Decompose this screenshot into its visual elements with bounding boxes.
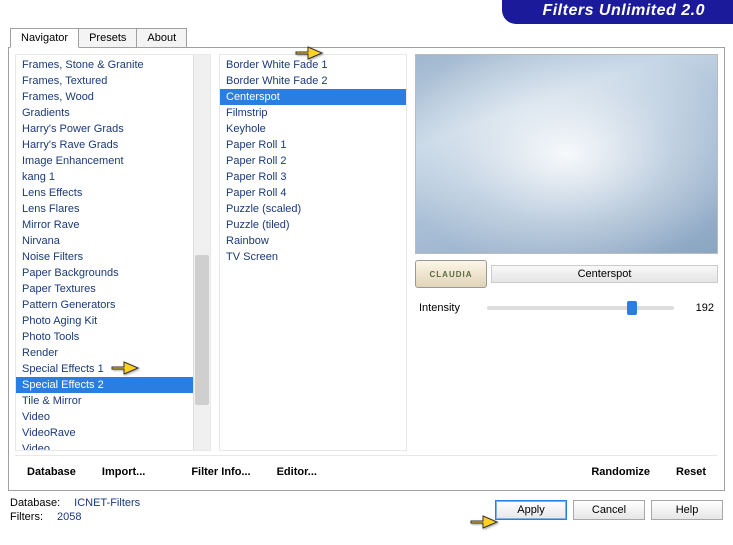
- watermark-badge: CLAUDIA: [415, 260, 487, 288]
- param-row-intensity: Intensity 192: [415, 294, 718, 318]
- filter-item[interactable]: Puzzle (scaled): [220, 201, 406, 217]
- panel-button-row: Database Import... Filter Info... Editor…: [15, 455, 718, 484]
- category-item[interactable]: Photo Tools: [16, 329, 193, 345]
- category-item[interactable]: Image Enhancement: [16, 153, 193, 169]
- apply-button[interactable]: Apply: [495, 500, 567, 520]
- editor-button[interactable]: Editor...: [267, 462, 327, 482]
- category-item[interactable]: Photo Aging Kit: [16, 313, 193, 329]
- category-list[interactable]: Frames, Stone & Granite Frames, Textured…: [16, 55, 193, 450]
- help-button[interactable]: Help: [651, 500, 723, 520]
- database-button[interactable]: Database: [17, 462, 86, 482]
- category-item[interactable]: Lens Flares: [16, 201, 193, 217]
- category-item[interactable]: Lens Effects: [16, 185, 193, 201]
- intensity-slider[interactable]: [487, 306, 674, 310]
- filter-item-selected[interactable]: Centerspot: [220, 89, 406, 105]
- category-item[interactable]: Special Effects 1: [16, 361, 193, 377]
- category-item[interactable]: Render: [16, 345, 193, 361]
- category-item[interactable]: Video: [16, 409, 193, 425]
- filter-item[interactable]: Paper Roll 4: [220, 185, 406, 201]
- filter-info-button[interactable]: Filter Info...: [181, 462, 260, 482]
- import-button[interactable]: Import...: [92, 462, 155, 482]
- reset-button[interactable]: Reset: [666, 462, 716, 482]
- filter-item[interactable]: Paper Roll 3: [220, 169, 406, 185]
- cancel-button[interactable]: Cancel: [573, 500, 645, 520]
- tab-presets[interactable]: Presets: [78, 28, 137, 47]
- param-label: Intensity: [419, 302, 479, 314]
- category-item[interactable]: VideoRave: [16, 425, 193, 441]
- category-item[interactable]: Gradients: [16, 105, 193, 121]
- category-item[interactable]: Paper Backgrounds: [16, 265, 193, 281]
- category-item[interactable]: Pattern Generators: [16, 297, 193, 313]
- tab-strip: Navigator Presets About: [0, 28, 733, 47]
- status-db-value: ICNET-Filters: [74, 497, 140, 509]
- param-value: 192: [682, 302, 714, 314]
- category-scrollbar[interactable]: [193, 55, 210, 450]
- filter-caption: Centerspot: [491, 265, 718, 283]
- scrollbar-thumb[interactable]: [195, 255, 209, 405]
- category-item[interactable]: Frames, Wood: [16, 89, 193, 105]
- filter-item[interactable]: Keyhole: [220, 121, 406, 137]
- status-bar: Database: ICNET-Filters Filters: 2058 Appl…: [0, 491, 733, 529]
- category-item-selected[interactable]: Special Effects 2: [16, 377, 193, 393]
- category-item[interactable]: Mirror Rave: [16, 217, 193, 233]
- category-item[interactable]: Tile & Mirror: [16, 393, 193, 409]
- header: Filters Unlimited 2.0: [0, 0, 733, 24]
- preview-image: [415, 54, 718, 254]
- category-item[interactable]: Harry's Power Grads: [16, 121, 193, 137]
- status-filters-value: 2058: [57, 511, 81, 523]
- filter-item[interactable]: Puzzle (tiled): [220, 217, 406, 233]
- filter-item[interactable]: Border White Fade 1: [220, 57, 406, 73]
- tab-about[interactable]: About: [136, 28, 187, 47]
- filter-item[interactable]: Rainbow: [220, 233, 406, 249]
- app-title: Filters Unlimited 2.0: [502, 0, 733, 24]
- category-item[interactable]: Paper Textures: [16, 281, 193, 297]
- filter-list-container: Border White Fade 1 Border White Fade 2 …: [219, 54, 407, 451]
- category-list-container: Frames, Stone & Granite Frames, Textured…: [15, 54, 211, 451]
- preview-panel: CLAUDIA Centerspot Intensity 192: [415, 54, 718, 451]
- category-item[interactable]: Harry's Rave Grads: [16, 137, 193, 153]
- category-item[interactable]: Frames, Stone & Granite: [16, 57, 193, 73]
- category-item[interactable]: Video: [16, 441, 193, 450]
- category-item[interactable]: kang 1: [16, 169, 193, 185]
- slider-thumb[interactable]: [627, 301, 637, 315]
- randomize-button[interactable]: Randomize: [581, 462, 660, 482]
- filter-item[interactable]: Filmstrip: [220, 105, 406, 121]
- navigator-panel: Frames, Stone & Granite Frames, Textured…: [8, 47, 725, 491]
- category-item[interactable]: Nirvana: [16, 233, 193, 249]
- filter-item[interactable]: Paper Roll 1: [220, 137, 406, 153]
- filter-item[interactable]: Border White Fade 2: [220, 73, 406, 89]
- status-filters-label: Filters:: [10, 511, 43, 523]
- status-db-label: Database:: [10, 497, 60, 509]
- category-item[interactable]: Frames, Textured: [16, 73, 193, 89]
- category-item[interactable]: Noise Filters: [16, 249, 193, 265]
- tab-navigator[interactable]: Navigator: [10, 28, 79, 48]
- filter-item[interactable]: Paper Roll 2: [220, 153, 406, 169]
- filter-item[interactable]: TV Screen: [220, 249, 406, 265]
- filter-list[interactable]: Border White Fade 1 Border White Fade 2 …: [220, 55, 406, 267]
